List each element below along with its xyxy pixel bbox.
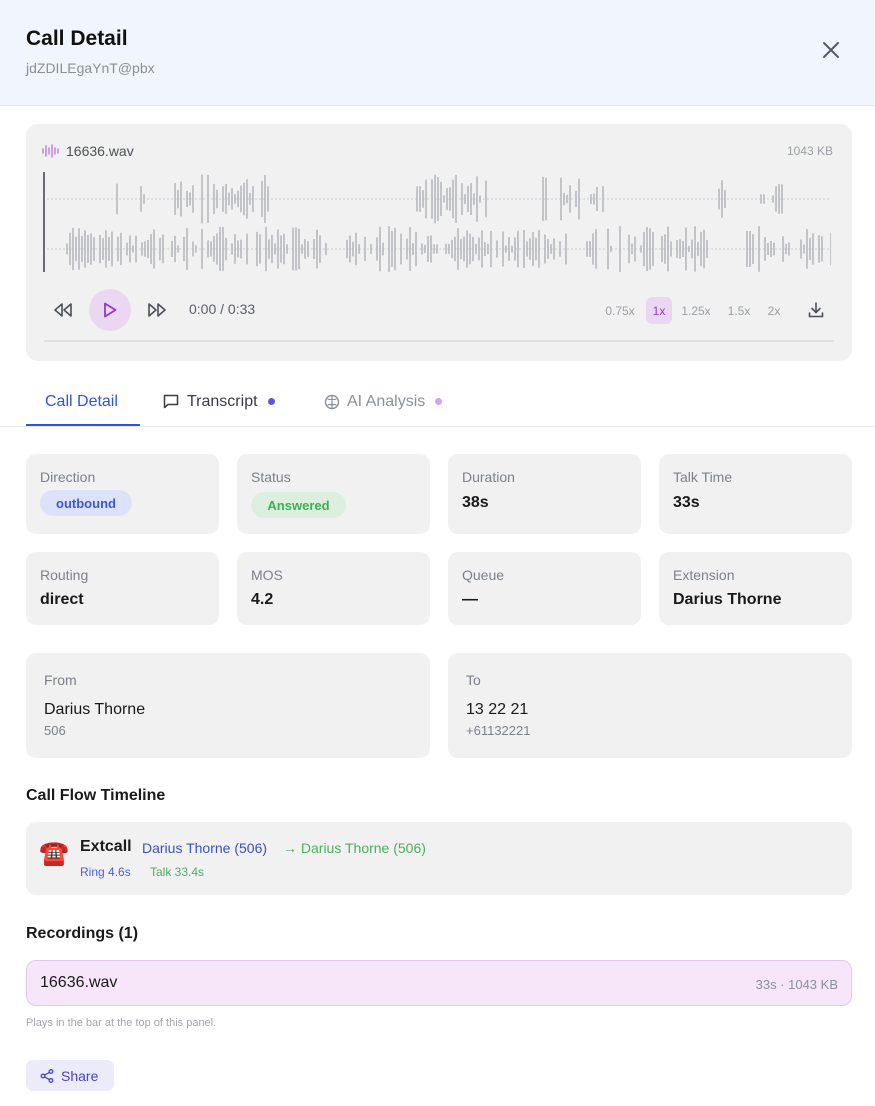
waveform[interactable]: [43, 172, 831, 276]
extension-value: Darius Thorne: [673, 591, 782, 608]
direction-card: Direction outbound: [26, 454, 219, 534]
card-label: Talk Time: [673, 469, 733, 485]
player-file-size: 1043 KB: [786, 144, 833, 158]
card-label: To: [466, 672, 481, 688]
card-label: Direction: [40, 469, 96, 485]
recordings-heading: Recordings (1): [26, 925, 139, 942]
fast-forward-button[interactable]: [144, 299, 170, 321]
share-button[interactable]: Share: [26, 1060, 114, 1091]
to-number: +61132221: [466, 723, 531, 738]
play-button[interactable]: [89, 289, 131, 331]
player-controls: 0:00 / 0:33 0.75x 1x 1.25x 1.5x 2x: [26, 287, 852, 333]
card-label: Queue: [462, 567, 505, 583]
player-file-name: 16636.wav: [66, 143, 134, 159]
from-name: Darius Thorne: [44, 701, 146, 718]
card-label: MOS: [251, 567, 283, 583]
rewind-button[interactable]: [50, 299, 76, 321]
tab-call-detail[interactable]: Call Detail: [45, 376, 118, 427]
queue-card: Queue —: [448, 552, 641, 625]
tab-label: Call Detail: [45, 392, 118, 410]
audio-player: 16636.wav 1043 KB 0:00 / 0:33 0.75x 1x 1…: [26, 124, 852, 361]
to-card: To 13 22 21 +61132221: [448, 653, 852, 758]
tab-transcript[interactable]: Transcript: [163, 376, 275, 427]
active-tab-indicator: [26, 424, 140, 426]
timeline-entry: ☎️ Extcall Darius Thorne (506) → Darius …: [26, 822, 852, 895]
close-button[interactable]: [816, 35, 846, 65]
notification-dot: [267, 398, 275, 405]
tab-bar: Call Detail Transcript AI Analysis: [0, 376, 875, 427]
notification-dot: [435, 398, 443, 405]
status-card: Status Answered: [237, 454, 430, 534]
speed-1.25x[interactable]: 1.25x: [677, 297, 715, 324]
status-badge: Answered: [251, 492, 346, 518]
speed-1.5x[interactable]: 1.5x: [723, 297, 755, 324]
ring-duration: Ring 4.6s: [80, 865, 131, 879]
audio-wave-icon: [42, 144, 59, 158]
speed-1x[interactable]: 1x: [646, 297, 672, 324]
tab-ai-analysis[interactable]: AI Analysis: [324, 376, 443, 427]
panel-header: Call Detail jdZDILEgaYnT@pbx: [0, 0, 875, 106]
chat-bubble-icon: [163, 394, 179, 409]
timeline-from: Darius Thorne (506): [142, 840, 268, 856]
to-name: 13 22 21: [466, 701, 529, 718]
tab-label: AI Analysis: [347, 392, 426, 410]
recording-meta: 33s · 1043 KB: [755, 977, 838, 992]
extension-card: Extension Darius Thorne: [659, 552, 852, 625]
recording-item[interactable]: 16636.wav 33s · 1043 KB: [26, 960, 852, 1006]
card-label: Status: [251, 469, 291, 485]
speed-0.75x[interactable]: 0.75x: [599, 297, 641, 324]
talk-duration: Talk 33.4s: [150, 865, 205, 879]
talk-time-value: 33s: [673, 494, 700, 511]
close-icon: [823, 42, 839, 58]
telephone-icon: ☎️: [39, 840, 69, 867]
timeline-event: Extcall: [80, 838, 132, 855]
mos-card: MOS 4.2: [237, 552, 430, 625]
queue-value: —: [462, 591, 478, 608]
brain-icon: [324, 394, 340, 409]
timeline-to: → Darius Thorne (506): [283, 840, 426, 856]
timeline-heading: Call Flow Timeline: [26, 787, 166, 804]
card-label: Extension: [673, 567, 735, 583]
duration-card: Duration 38s: [448, 454, 641, 534]
progress-bar[interactable]: [44, 340, 834, 342]
call-id: jdZDILEgaYnT@pbx: [26, 60, 155, 76]
download-icon: [808, 302, 824, 318]
recording-name: 16636.wav: [40, 974, 118, 991]
fast-forward-icon: [148, 303, 166, 317]
speed-2x[interactable]: 2x: [762, 297, 786, 324]
routing-card: Routing direct: [26, 552, 219, 625]
card-label: Routing: [40, 567, 89, 583]
share-label: Share: [61, 1067, 99, 1084]
playback-time: 0:00 / 0:33: [189, 301, 256, 317]
card-label: Duration: [462, 469, 515, 485]
tab-label: Transcript: [187, 392, 258, 410]
from-card: From Darius Thorne 506: [26, 653, 430, 758]
from-number: 506: [44, 723, 66, 738]
direction-badge: outbound: [40, 490, 132, 516]
card-label: From: [44, 672, 77, 688]
duration-value: 38s: [462, 494, 489, 511]
routing-value: direct: [40, 591, 84, 608]
share-icon: [40, 1068, 54, 1083]
talk-time-card: Talk Time 33s: [659, 454, 852, 534]
play-icon: [104, 302, 117, 318]
rewind-icon: [54, 303, 72, 317]
mos-value: 4.2: [251, 591, 274, 608]
download-button[interactable]: [806, 299, 826, 321]
recordings-hint: Plays in the bar at the top of this pane…: [26, 1017, 217, 1029]
page-title: Call Detail: [26, 27, 128, 50]
